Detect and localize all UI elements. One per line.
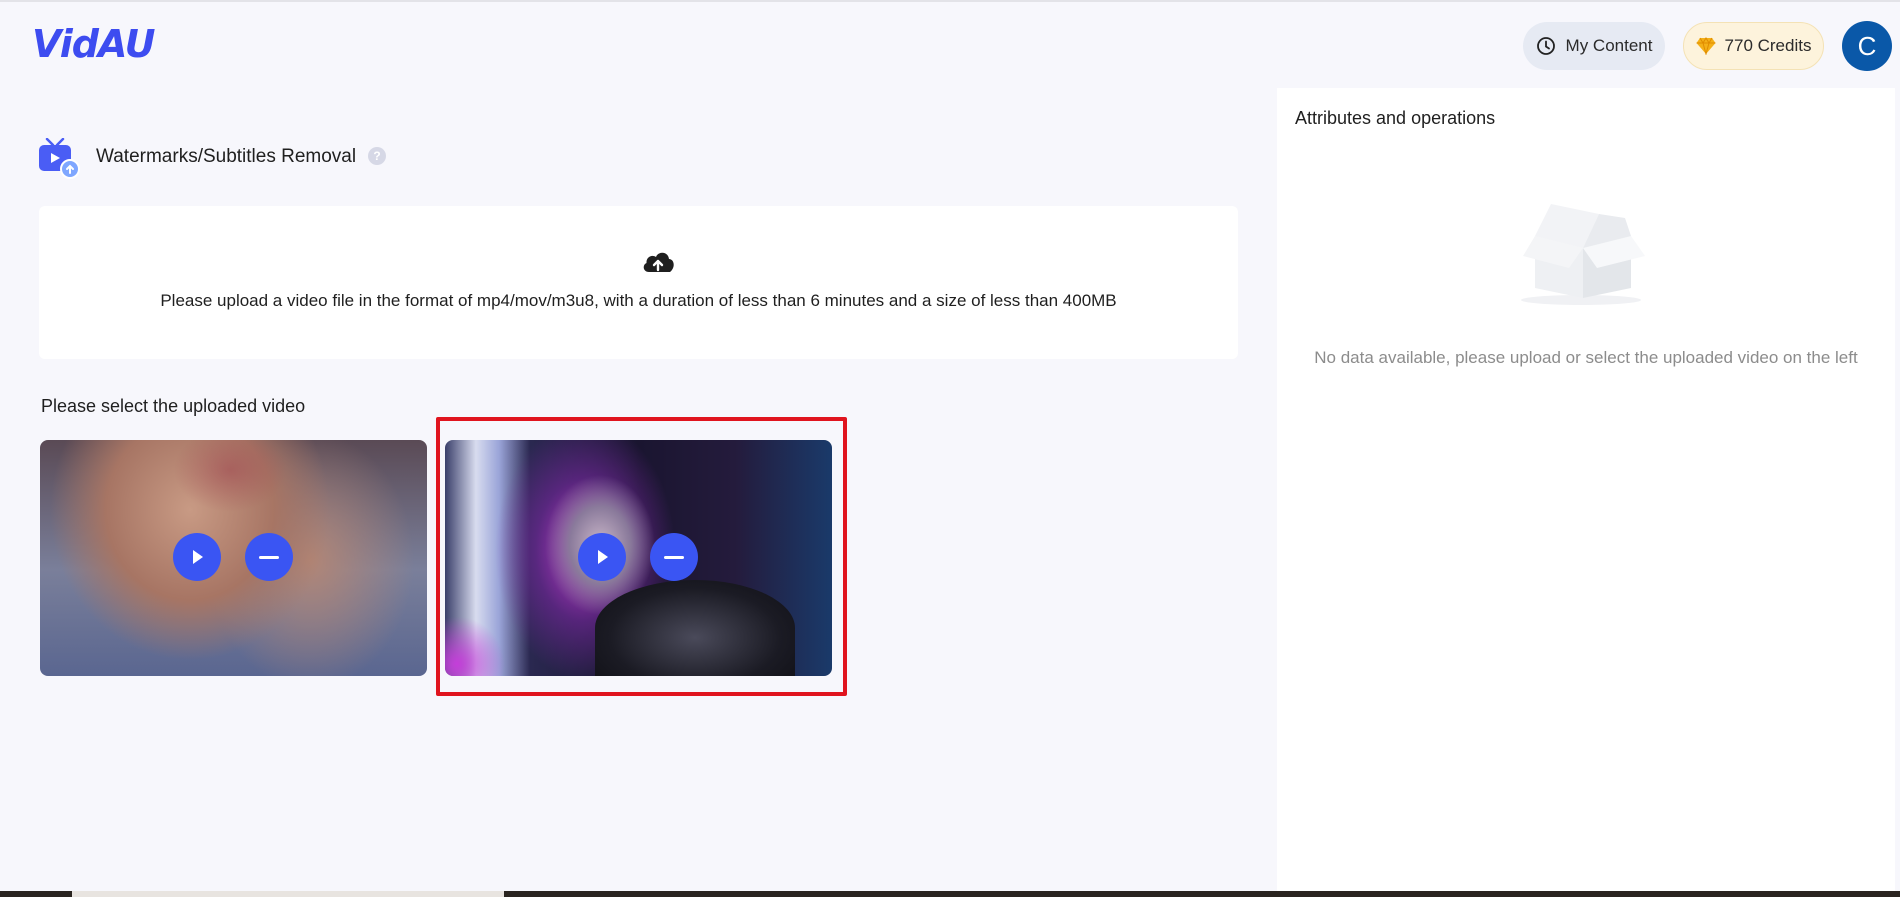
vidau-logo[interactable]: VidAU <box>32 22 156 66</box>
credits-button[interactable]: 770 Credits <box>1683 22 1824 70</box>
play-video-button[interactable] <box>578 533 626 581</box>
cloud-upload-icon <box>643 252 674 272</box>
upload-hint-text: Please upload a video file in the format… <box>160 291 1117 310</box>
empty-state-text: No data available, please upload or sele… <box>1314 348 1858 367</box>
remove-video-button[interactable] <box>650 533 698 581</box>
play-video-button[interactable] <box>173 533 221 581</box>
play-icon <box>598 550 608 564</box>
help-icon[interactable]: ? <box>368 147 386 165</box>
attributes-panel-title: Attributes and operations <box>1295 108 1496 128</box>
attributes-panel: Attributes and operations No data availa… <box>1277 88 1895 897</box>
uploaded-videos-label: Please select the uploaded video <box>41 396 306 416</box>
video-thumbnail-2[interactable] <box>445 440 832 676</box>
clock-icon <box>1536 37 1555 55</box>
minus-icon <box>664 555 684 559</box>
thumbnail-figure <box>595 580 795 676</box>
my-content-label: My Content <box>1565 36 1653 55</box>
top-border <box>0 0 1900 2</box>
upload-dropzone[interactable]: Please upload a video file in the format… <box>39 206 1238 359</box>
my-content-button[interactable]: My Content <box>1523 22 1665 70</box>
remove-video-button[interactable] <box>245 533 293 581</box>
bottom-strip-segment <box>72 891 504 897</box>
video-thumbnail-1[interactable] <box>40 440 427 676</box>
diamond-icon <box>1696 37 1716 55</box>
play-icon <box>193 550 203 564</box>
thumbnail-glow <box>445 616 505 676</box>
bottom-strip <box>0 891 1900 897</box>
credits-label: 770 Credits <box>1724 36 1812 55</box>
user-avatar[interactable]: C <box>1842 21 1892 71</box>
page-title: Watermarks/Subtitles Removal <box>96 146 357 167</box>
minus-icon <box>259 555 279 559</box>
empty-box-icon <box>1521 204 1645 305</box>
video-removal-tool-icon <box>39 138 80 179</box>
